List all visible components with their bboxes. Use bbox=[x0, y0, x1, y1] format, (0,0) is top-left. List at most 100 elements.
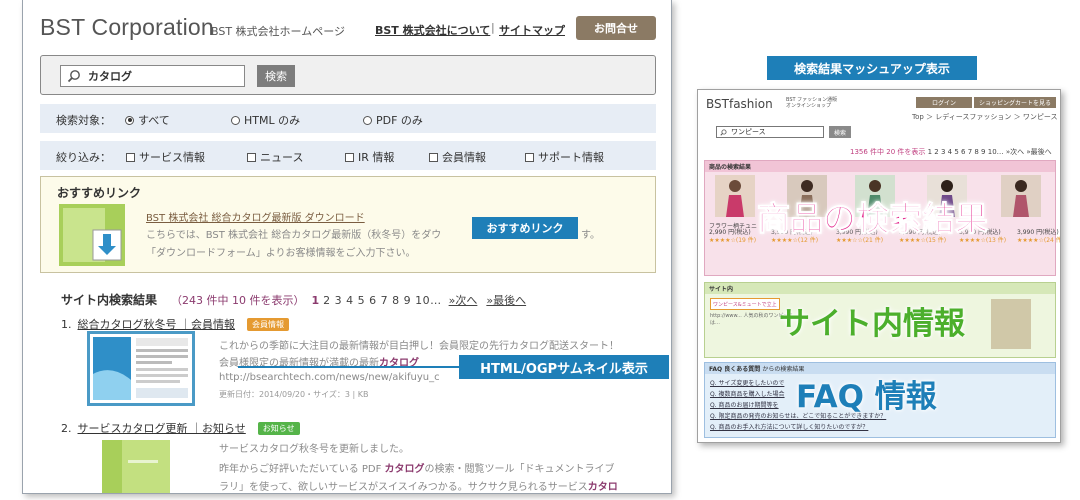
results-heading: サイト内検索結果 bbox=[61, 293, 158, 307]
fashion-count-text: 1356 件中 20 件を表示 bbox=[850, 148, 926, 156]
site-banner[interactable]: ワンピース&ミュートで立上 bbox=[710, 298, 780, 310]
filter-news[interactable]: ニュース bbox=[247, 149, 303, 165]
filter-member-label: 会員情報 bbox=[442, 151, 486, 164]
target-option-pdf[interactable]: PDF のみ bbox=[363, 112, 423, 128]
narrow-label: 絞り込み： bbox=[56, 151, 111, 164]
breadcrumb[interactable]: Top ＞ レディースファッション ＞ ワンピース bbox=[912, 112, 1058, 122]
fashion-search-value: ワンピース bbox=[731, 128, 766, 136]
faq-item[interactable]: Q. 商品のお手入れ方法について詳しく知りたいのですが？ bbox=[710, 422, 868, 431]
result-thumbnail[interactable] bbox=[102, 440, 170, 494]
fashion-pagination[interactable]: 1 2 3 4 5 6 7 8 9 10… »次へ »最後へ bbox=[925, 148, 1052, 156]
pagination-next[interactable]: »次へ bbox=[449, 292, 478, 308]
site-subtitle: BST 株式会社ホームページ bbox=[211, 25, 346, 38]
search-value: カタログ bbox=[88, 70, 132, 83]
pagination-current: 1 bbox=[311, 294, 320, 307]
pagination-last[interactable]: »最後へ bbox=[486, 292, 526, 308]
filter-news-label: ニュース bbox=[260, 151, 304, 164]
result-number: 1. bbox=[61, 317, 72, 331]
bst-search-page: BST Corporation BST 株式会社ホームページ BST 株式会社に… bbox=[22, 0, 672, 494]
category-badge: お知らせ bbox=[257, 421, 300, 435]
recommend-title: おすすめリンク bbox=[57, 186, 142, 200]
target-option-html[interactable]: HTML のみ bbox=[231, 112, 300, 128]
filter-ir[interactable]: IR 情報 bbox=[345, 149, 394, 165]
search-target-bar: 検索対象： すべて HTML のみ PDF のみ bbox=[40, 104, 656, 133]
product-image[interactable] bbox=[1001, 175, 1041, 217]
search-button[interactable]: 検索 bbox=[257, 65, 295, 87]
callout-thumbnail: HTML/OGPサムネイル表示 bbox=[459, 355, 669, 379]
radio-all[interactable] bbox=[125, 115, 134, 125]
result-snippet-1: これからの季節に大注目の最新情報が目白押し！会員限定の先行カタログ配送スタート！ bbox=[219, 341, 619, 352]
search-panel: カタログ 検索 bbox=[40, 55, 656, 95]
faq-item[interactable]: Q. 複数商品を購入した場合 bbox=[710, 389, 785, 398]
radio-pdf[interactable] bbox=[363, 115, 372, 125]
catalog-download-thumbnail[interactable] bbox=[59, 204, 125, 266]
faq-item[interactable]: Q. 商品のお届け期間等を bbox=[710, 400, 779, 409]
cart-button[interactable]: ショッピングカートを見る bbox=[974, 97, 1056, 108]
target-option-all[interactable]: すべて bbox=[125, 112, 170, 128]
fashion-logo[interactable]: BSTfashion bbox=[706, 97, 773, 111]
site-header: BST Corporation BST 株式会社ホームページ BST 株式会社に… bbox=[23, 0, 671, 52]
recommend-desc-1-tail: す。 bbox=[581, 230, 600, 241]
search-icon bbox=[720, 129, 727, 136]
result-meta: 更新日付：2014/09/20・サイズ：3 | KB bbox=[219, 390, 369, 399]
callout-recommend-link: おすすめリンク bbox=[472, 217, 578, 239]
target-option-pdf-label: PDF のみ bbox=[376, 114, 423, 127]
fashion-results-count: 1356 件中 20 件を表示 1 2 3 4 5 6 7 8 9 10… »次… bbox=[850, 147, 1052, 157]
catalog-download-link[interactable]: BST 株式会社 総合カタログ最新版 ダウンロード bbox=[146, 209, 365, 224]
login-button[interactable]: ログイン bbox=[916, 97, 972, 108]
callout-site-info: サイト内情報 bbox=[779, 306, 965, 342]
snippet-highlight: カタログ bbox=[384, 464, 425, 475]
checkbox-support[interactable] bbox=[525, 152, 534, 162]
callout-line bbox=[238, 366, 459, 368]
target-option-html-label: HTML のみ bbox=[244, 114, 301, 127]
contact-button[interactable]: お問合せ bbox=[576, 16, 656, 40]
fashion-logo-subtitle: BST ファッション通販 オンラインショップ bbox=[786, 97, 837, 109]
product-rating: ★★★★☆(19 件) bbox=[709, 237, 757, 244]
filter-ir-label: IR 情報 bbox=[358, 151, 395, 164]
filter-service[interactable]: サービス情報 bbox=[126, 149, 205, 165]
site-title[interactable]: BST Corporation bbox=[40, 14, 214, 41]
snippet-text: の検索・閲覧ツール「ドキュメントライブ bbox=[424, 464, 615, 475]
target-option-all-label: すべて bbox=[138, 114, 170, 127]
checkbox-service[interactable] bbox=[126, 152, 135, 162]
product-results-heading: 商品の検索結果 bbox=[705, 161, 1055, 172]
result-title-link[interactable]: 総合カタログ秋冬号 ｜会員情報 bbox=[78, 316, 236, 332]
snippet-highlight: カタロ bbox=[587, 482, 618, 493]
logo-sub-line-2: オンラインショップ bbox=[786, 103, 832, 109]
search-icon bbox=[67, 70, 80, 83]
fashion-search-button[interactable]: 検索 bbox=[829, 126, 851, 138]
product-image[interactable] bbox=[715, 175, 755, 217]
results-count: （243 件中 10 件を表示） bbox=[171, 294, 305, 307]
site-info-heading: サイト内 bbox=[705, 283, 1055, 294]
result-snippet-2: 昨年からご好評いただいている PDF カタログの検索・閲覧ツール「ドキュメントラ… bbox=[219, 460, 615, 475]
search-input[interactable]: カタログ bbox=[60, 65, 245, 87]
result-thumbnail[interactable] bbox=[87, 331, 195, 406]
site-thumbnail[interactable] bbox=[991, 299, 1031, 349]
site-info-heading-text: サイト内 bbox=[709, 286, 734, 293]
checkbox-news[interactable] bbox=[247, 152, 256, 162]
nav-sitemap-link[interactable]: サイトマップ bbox=[499, 22, 565, 38]
fashion-search-input[interactable]: ワンピース bbox=[716, 126, 824, 138]
callout-product-results: 商品の検索結果 bbox=[757, 199, 989, 239]
checkbox-member[interactable] bbox=[429, 152, 438, 162]
nav-separator: | bbox=[491, 21, 495, 34]
result-number: 2. bbox=[61, 421, 72, 435]
pagination-pages[interactable]: 2 3 4 5 6 7 8 9 10… bbox=[323, 294, 441, 307]
recommend-desc-2: 「ダウンロードフォーム」よりお客様情報をご入力下さい。 bbox=[146, 248, 416, 259]
callout-faq-info: FAQ 情報 bbox=[796, 379, 937, 415]
radio-html[interactable] bbox=[231, 115, 240, 125]
checkbox-ir[interactable] bbox=[345, 152, 354, 162]
results-summary: サイト内検索結果 （243 件中 10 件を表示） 1 2 3 4 5 6 7 … bbox=[61, 291, 526, 308]
result-title-link[interactable]: サービスカタログ更新 ｜お知らせ bbox=[78, 420, 246, 436]
snippet-text: ラリ」を使って、欲しいサービスがスイスイみつかる。サクサク見られるサービス bbox=[219, 482, 588, 493]
category-badge: 会員情報 bbox=[247, 317, 289, 331]
result-item-2: 2. サービスカタログ更新 ｜お知らせ お知らせ bbox=[61, 420, 300, 436]
result-snippet-3: ラリ」を使って、欲しいサービスがスイスイみつかる。サクサク見られるサービスカタロ bbox=[219, 478, 618, 493]
faq-item[interactable]: Q. サイズ変更をしたいので bbox=[710, 378, 784, 387]
filter-support[interactable]: サポート情報 bbox=[525, 149, 604, 165]
recommend-desc-1: こちらでは、BST 株式会社 総合カタログ最新版（秋冬号）をダウ bbox=[146, 230, 442, 241]
filter-service-label: サービス情報 bbox=[139, 151, 205, 164]
nav-about-link[interactable]: BST 株式会社について bbox=[375, 22, 490, 38]
result-url[interactable]: http://bsearchtech.com/news/new/akifuyu_… bbox=[219, 372, 440, 383]
filter-member[interactable]: 会員情報 bbox=[429, 149, 486, 165]
